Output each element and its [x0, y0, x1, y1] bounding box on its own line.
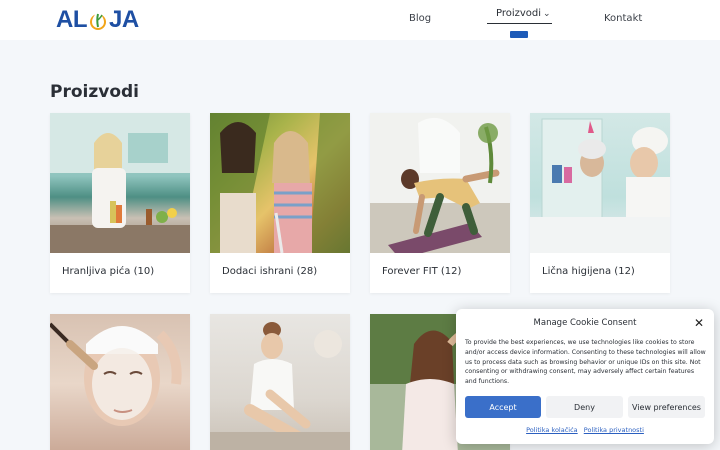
category-image[interactable] — [50, 314, 190, 450]
cookie-title: Manage Cookie Consent — [533, 318, 637, 328]
category-label[interactable]: Hranljiva pića (10) — [62, 266, 154, 277]
category-image[interactable] — [50, 113, 190, 253]
category-card-hygiene[interactable]: Lična higijena (12) — [530, 113, 670, 293]
view-preferences-button[interactable]: View preferences — [628, 396, 705, 418]
category-card-body-care[interactable] — [210, 314, 350, 450]
category-label[interactable]: Forever FIT (12) — [382, 266, 461, 277]
nav-products-underline — [487, 23, 552, 24]
privacy-policy-link[interactable]: Politika privatnosti — [584, 426, 644, 434]
nav-contact[interactable]: Kontakt — [604, 13, 642, 24]
cookie-consent-dialog: Manage Cookie Consent ✕ To provide the b… — [456, 309, 714, 444]
cookie-description: To provide the best experiences, we use … — [465, 339, 706, 386]
nav-products[interactable]: Proizvodi — [496, 8, 541, 19]
category-label[interactable]: Dodaci ishrani (28) — [222, 266, 317, 277]
woman-exercise-photo — [370, 113, 510, 253]
category-image[interactable] — [370, 113, 510, 253]
category-card-drinks[interactable]: Hranljiva pića (10) — [50, 113, 190, 293]
woman-bathroom-photo — [530, 118, 670, 253]
category-image[interactable] — [210, 314, 350, 450]
category-image[interactable] — [530, 113, 670, 253]
site-logo[interactable]: AL JA — [56, 6, 139, 34]
woman-kitchen-photo — [50, 113, 190, 253]
category-card-face-care[interactable] — [50, 314, 190, 450]
cookie-policy-link[interactable]: Politika kolačića — [526, 426, 578, 434]
woman-towel-photo — [210, 322, 350, 450]
face-mask-photo — [50, 322, 182, 426]
women-plants-photo — [210, 113, 350, 253]
page-title: Proizvodi — [50, 82, 140, 102]
logo-text-right: JA — [109, 6, 139, 33]
category-image[interactable] — [210, 113, 350, 253]
logo-text-left: AL — [56, 6, 88, 33]
close-icon[interactable]: ✕ — [694, 316, 704, 330]
accept-button[interactable]: Accept — [465, 396, 541, 418]
aloe-drop-icon — [90, 10, 106, 30]
deny-button[interactable]: Deny — [546, 396, 623, 418]
category-card-fit[interactable]: Forever FIT (12) — [370, 113, 510, 293]
nav-active-indicator — [510, 31, 528, 38]
site-header: AL JA Blog Proizvodi ⌄ Kontakt — [0, 0, 720, 40]
category-label[interactable]: Lična higijena (12) — [542, 266, 635, 277]
cookie-links: Politika kolačića Politika privatnosti — [456, 426, 714, 434]
category-card-supplements[interactable]: Dodaci ishrani (28) — [210, 113, 350, 293]
chevron-down-icon[interactable]: ⌄ — [543, 9, 551, 19]
nav-blog[interactable]: Blog — [409, 13, 431, 24]
